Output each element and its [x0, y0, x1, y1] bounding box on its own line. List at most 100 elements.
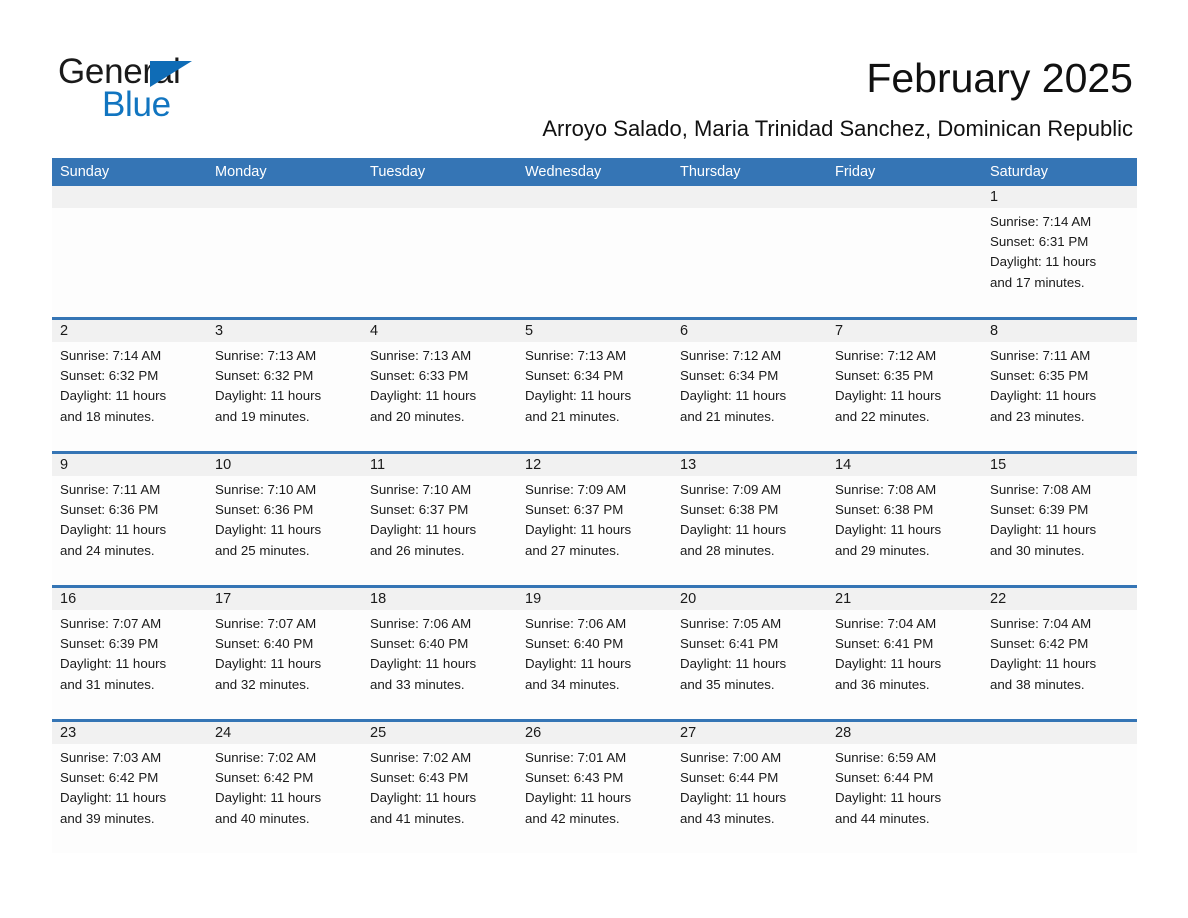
- daylight-text-line1: Daylight: 11 hours: [680, 656, 787, 672]
- daylight-text-line2: and 19 minutes.: [215, 408, 310, 424]
- calendar-day-cell[interactable]: 15 Sunrise: 7:08 AM Sunset: 6:39 PM Dayligh…: [982, 454, 1137, 585]
- calendar-day-cell[interactable]: 9 Sunrise: 7:11 AM Sunset: 6:36 PM Daylight…: [52, 454, 207, 585]
- day-number-band: 17: [207, 588, 362, 610]
- daylight-text-line1: Daylight: 11 hours: [370, 522, 477, 538]
- sunrise-text: Sunrise: 7:06 AM: [525, 616, 627, 631]
- daylight-text-line1: Daylight: 11 hours: [835, 388, 942, 404]
- weekday-header-sunday: Sunday: [60, 164, 110, 180]
- calendar-day-cell[interactable]: 1 Sunrise: 7:14 AM Sunset: 6:31 PM Daylight…: [982, 186, 1137, 317]
- day-number: 28: [835, 725, 852, 741]
- sunrise-text: Sunrise: 7:03 AM: [60, 750, 162, 765]
- calendar-day-cell[interactable]: 20 Sunrise: 7:05 AM Sunset: 6:41 PM Dayligh…: [672, 588, 827, 719]
- sunrise-text: Sunrise: 7:12 AM: [835, 348, 937, 363]
- sunrise-text: Sunrise: 7:00 AM: [680, 750, 782, 765]
- general-blue-logo: General Blue: [58, 52, 358, 132]
- daylight-text-line2: and 28 minutes.: [680, 542, 775, 558]
- day-number: 14: [835, 457, 852, 473]
- daylight-text-line1: Daylight: 11 hours: [60, 522, 167, 538]
- logo-text-blue: Blue: [102, 85, 171, 124]
- day-info: Sunrise: 7:09 AM Sunset: 6:37 PM Daylight:…: [517, 476, 672, 561]
- calendar-day-cell[interactable]: 17 Sunrise: 7:07 AM Sunset: 6:40 PM Dayligh…: [207, 588, 362, 719]
- calendar-day-cell[interactable]: 6 Sunrise: 7:12 AM Sunset: 6:34 PM Daylight…: [672, 320, 827, 451]
- calendar-day-cell[interactable]: 28 Sunrise: 6:59 AM Sunset: 6:44 PM Dayligh…: [827, 722, 982, 853]
- day-info: Sunrise: 7:06 AM Sunset: 6:40 PM Daylight:…: [362, 610, 517, 695]
- sunset-text: Sunset: 6:37 PM: [525, 502, 624, 518]
- day-info: Sunrise: 6:59 AM Sunset: 6:44 PM Daylight:…: [827, 744, 982, 829]
- weekday-header-friday: Friday: [835, 164, 876, 180]
- calendar-day-cell[interactable]: 12 Sunrise: 7:09 AM Sunset: 6:37 PM Dayligh…: [517, 454, 672, 585]
- sunset-text: Sunset: 6:43 PM: [370, 770, 469, 786]
- calendar-weeks: 1 Sunrise: 7:14 AM Sunset: 6:31 PM Daylight…: [52, 186, 1137, 853]
- calendar-day-cell[interactable]: 10 Sunrise: 7:10 AM Sunset: 6:36 PM Dayligh…: [207, 454, 362, 585]
- day-number-band: 12: [517, 454, 672, 476]
- calendar-day-cell[interactable]: 18 Sunrise: 7:06 AM Sunset: 6:40 PM Dayligh…: [362, 588, 517, 719]
- sunset-text: Sunset: 6:37 PM: [370, 502, 469, 518]
- calendar-day-cell[interactable]: 11 Sunrise: 7:10 AM Sunset: 6:37 PM Dayligh…: [362, 454, 517, 585]
- daylight-text-line2: and 33 minutes.: [370, 676, 465, 692]
- calendar-week-row: 1 Sunrise: 7:14 AM Sunset: 6:31 PM Daylight…: [52, 186, 1137, 317]
- calendar-day-cell[interactable]: 22 Sunrise: 7:04 AM Sunset: 6:42 PM Dayligh…: [982, 588, 1137, 719]
- calendar-week-row: 16 Sunrise: 7:07 AM Sunset: 6:39 PM Dayligh…: [52, 585, 1137, 719]
- calendar-day-cell[interactable]: 19 Sunrise: 7:06 AM Sunset: 6:40 PM Dayligh…: [517, 588, 672, 719]
- day-number-band: 22: [982, 588, 1137, 610]
- sunset-text: Sunset: 6:35 PM: [835, 368, 934, 384]
- day-info: Sunrise: 7:07 AM Sunset: 6:40 PM Daylight:…: [207, 610, 362, 695]
- calendar-day-cell[interactable]: 16 Sunrise: 7:07 AM Sunset: 6:39 PM Dayligh…: [52, 588, 207, 719]
- day-number-band: [982, 722, 1137, 744]
- calendar-day-cell[interactable]: 3 Sunrise: 7:13 AM Sunset: 6:32 PM Daylight…: [207, 320, 362, 451]
- calendar-day-cell[interactable]: 26 Sunrise: 7:01 AM Sunset: 6:43 PM Dayligh…: [517, 722, 672, 853]
- daylight-text-line1: Daylight: 11 hours: [680, 522, 787, 538]
- calendar-day-cell[interactable]: 8 Sunrise: 7:11 AM Sunset: 6:35 PM Daylight…: [982, 320, 1137, 451]
- calendar-day-cell[interactable]: 24 Sunrise: 7:02 AM Sunset: 6:42 PM Dayligh…: [207, 722, 362, 853]
- logo-triangle-icon: [150, 61, 192, 87]
- calendar-week-row: 2 Sunrise: 7:14 AM Sunset: 6:32 PM Daylight…: [52, 317, 1137, 451]
- sunset-text: Sunset: 6:36 PM: [215, 502, 314, 518]
- day-number-band: 8: [982, 320, 1137, 342]
- day-info: Sunrise: 7:02 AM Sunset: 6:43 PM Daylight:…: [362, 744, 517, 829]
- day-number-band: [517, 186, 672, 208]
- day-number: 7: [835, 323, 844, 339]
- day-info: Sunrise: 7:04 AM Sunset: 6:42 PM Daylight:…: [982, 610, 1137, 695]
- day-number: 2: [60, 323, 69, 339]
- daylight-text-line1: Daylight: 11 hours: [990, 656, 1097, 672]
- day-number: 24: [215, 725, 232, 741]
- daylight-text-line2: and 30 minutes.: [990, 542, 1085, 558]
- sunrise-text: Sunrise: 7:12 AM: [680, 348, 782, 363]
- weekday-header-wednesday: Wednesday: [525, 164, 602, 180]
- day-info: Sunrise: 7:11 AM Sunset: 6:35 PM Daylight:…: [982, 342, 1137, 427]
- weekday-header-saturday: Saturday: [990, 164, 1049, 180]
- day-number: 25: [370, 725, 387, 741]
- daylight-text-line2: and 42 minutes.: [525, 810, 620, 826]
- calendar-day-cell[interactable]: 21 Sunrise: 7:04 AM Sunset: 6:41 PM Dayligh…: [827, 588, 982, 719]
- daylight-text-line1: Daylight: 11 hours: [990, 522, 1097, 538]
- calendar-day-cell[interactable]: 25 Sunrise: 7:02 AM Sunset: 6:43 PM Dayligh…: [362, 722, 517, 853]
- day-number: 13: [680, 457, 697, 473]
- daylight-text-line2: and 25 minutes.: [215, 542, 310, 558]
- day-info: Sunrise: 7:13 AM Sunset: 6:34 PM Daylight:…: [517, 342, 672, 427]
- daylight-text-line1: Daylight: 11 hours: [680, 388, 787, 404]
- day-number: 27: [680, 725, 697, 741]
- calendar-day-cell[interactable]: 4 Sunrise: 7:13 AM Sunset: 6:33 PM Daylight…: [362, 320, 517, 451]
- day-number-band: [672, 186, 827, 208]
- calendar-day-cell[interactable]: 5 Sunrise: 7:13 AM Sunset: 6:34 PM Daylight…: [517, 320, 672, 451]
- day-info: Sunrise: 7:08 AM Sunset: 6:39 PM Daylight:…: [982, 476, 1137, 561]
- sunrise-text: Sunrise: 7:07 AM: [60, 616, 162, 631]
- calendar-day-cell[interactable]: 2 Sunrise: 7:14 AM Sunset: 6:32 PM Daylight…: [52, 320, 207, 451]
- sunset-text: Sunset: 6:38 PM: [680, 502, 779, 518]
- calendar-day-cell[interactable]: 27 Sunrise: 7:00 AM Sunset: 6:44 PM Dayligh…: [672, 722, 827, 853]
- calendar-day-cell[interactable]: 7 Sunrise: 7:12 AM Sunset: 6:35 PM Daylight…: [827, 320, 982, 451]
- daylight-text-line1: Daylight: 11 hours: [60, 790, 167, 806]
- daylight-text-line1: Daylight: 11 hours: [215, 656, 322, 672]
- sunrise-text: Sunrise: 7:07 AM: [215, 616, 317, 631]
- day-number-band: [52, 186, 207, 208]
- calendar-day-cell[interactable]: 13 Sunrise: 7:09 AM Sunset: 6:38 PM Dayligh…: [672, 454, 827, 585]
- day-number-band: 1: [982, 186, 1137, 208]
- sunset-text: Sunset: 6:40 PM: [215, 636, 314, 652]
- sunset-text: Sunset: 6:42 PM: [990, 636, 1089, 652]
- sunrise-text: Sunrise: 7:08 AM: [835, 482, 937, 497]
- day-number: 4: [370, 323, 379, 339]
- day-info: Sunrise: 7:10 AM Sunset: 6:36 PM Daylight:…: [207, 476, 362, 561]
- day-number: 12: [525, 457, 542, 473]
- calendar-day-cell[interactable]: 14 Sunrise: 7:08 AM Sunset: 6:38 PM Dayligh…: [827, 454, 982, 585]
- calendar-day-cell[interactable]: 23 Sunrise: 7:03 AM Sunset: 6:42 PM Dayligh…: [52, 722, 207, 853]
